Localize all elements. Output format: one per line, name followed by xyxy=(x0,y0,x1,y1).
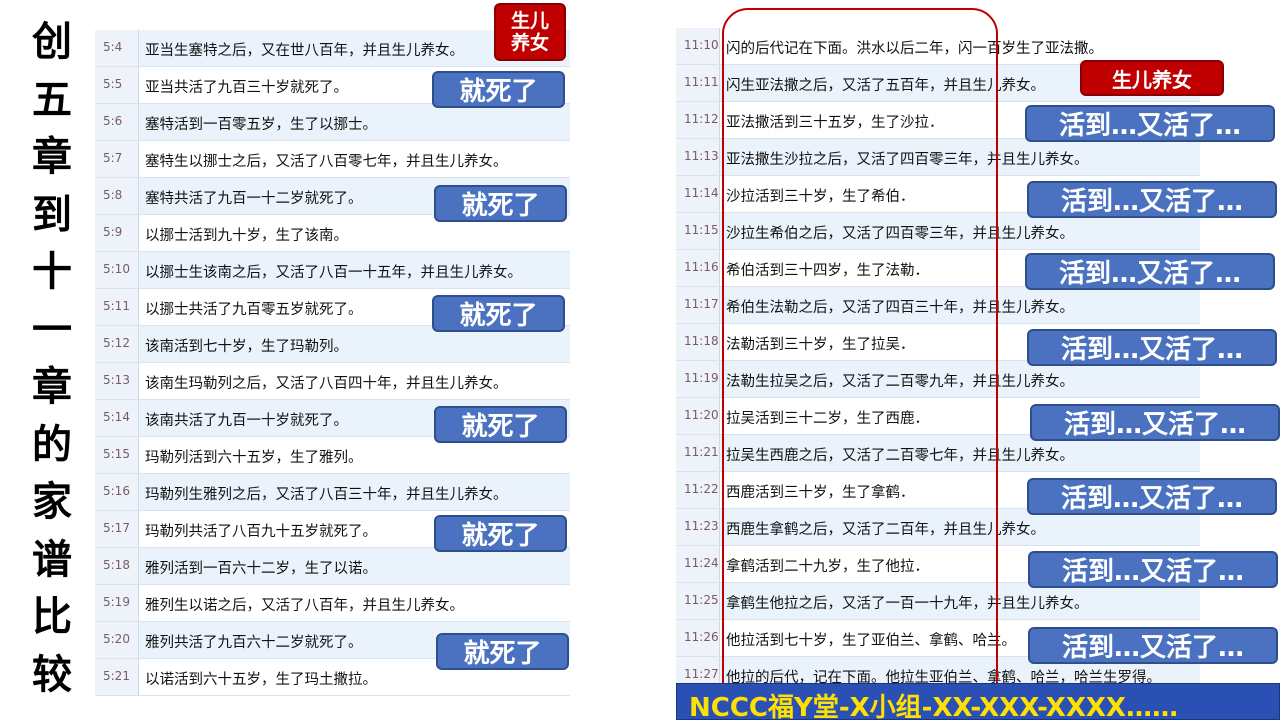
verse-ref: 11:18 xyxy=(676,324,720,360)
verse-text: 雅列生以诺之后，又活了八百年，并且生儿养女。 xyxy=(139,585,570,621)
died-badge: 就死了 xyxy=(434,185,567,222)
lived-again-badge: 活到…又活了… xyxy=(1028,627,1278,664)
verse-ref: 5:11 xyxy=(95,289,139,325)
verse-text: 该南生玛勒列之后，又活了八百四十年，并且生儿养女。 xyxy=(139,363,570,399)
verse-ref: 5:17 xyxy=(95,511,139,547)
verse-text: 以挪士生该南之后，又活了八百一十五年，并且生儿养女。 xyxy=(139,252,570,288)
verse-ref: 5:20 xyxy=(95,622,139,658)
verse-ref: 5:13 xyxy=(95,363,139,399)
title-char: 创 xyxy=(32,18,72,65)
verse-text: 玛勒列生雅列之后，又活了八百三十年，并且生儿养女。 xyxy=(139,474,570,510)
verse-ref: 11:15 xyxy=(676,213,720,249)
died-badge: 就死了 xyxy=(434,515,567,552)
title-char: 的 xyxy=(32,420,72,468)
verse-row: 11:19 法勒生拉吴之后，又活了二百零九年，并且生儿养女。 xyxy=(676,361,1200,398)
verse-ref: 5:21 xyxy=(95,659,139,695)
verse-ref: 5:4 xyxy=(95,30,139,66)
title-char: 比 xyxy=(32,593,72,640)
children-badge-line-1: 生儿 xyxy=(510,10,549,32)
footer-banner: NCCC福Y堂-X小组-XX-XXX-XXXX…… xyxy=(676,683,1280,723)
verse-ref: 11:11 xyxy=(676,65,720,101)
lived-again-badge: 活到…又活了… xyxy=(1027,478,1277,515)
children-badge: 生儿养女 xyxy=(1080,60,1224,96)
title-char: 家 xyxy=(32,478,72,525)
verse-text: 塞特生以挪士之后，又活了八百零七年，并且生儿养女。 xyxy=(139,141,570,177)
verse-ref: 11:19 xyxy=(676,361,720,397)
verse-ref: 11:21 xyxy=(676,435,720,471)
verse-text: 亚法撒生沙拉之后，又活了四百零三年，并且生儿养女。 xyxy=(720,139,1200,175)
title-char: 谱 xyxy=(32,535,72,583)
verse-row: 11:15 沙拉生希伯之后，又活了四百零三年，并且生儿养女。 xyxy=(676,213,1200,250)
verse-ref: 11:23 xyxy=(676,509,720,545)
verse-ref: 11:16 xyxy=(676,250,720,286)
died-badge: 就死了 xyxy=(436,633,569,670)
verse-ref: 5:5 xyxy=(95,67,139,103)
lived-again-badge: 活到…又活了… xyxy=(1027,181,1277,218)
verse-ref: 11:14 xyxy=(676,176,720,212)
title-char: 章 xyxy=(32,363,72,410)
verse-text: 沙拉生希伯之后，又活了四百零三年，并且生儿养女。 xyxy=(720,213,1200,249)
verse-text: 塞特活到一百零五岁，生了以挪士。 xyxy=(139,104,570,140)
verse-row: 5:7 塞特生以挪士之后，又活了八百零七年，并且生儿养女。 xyxy=(95,141,570,178)
verse-ref: 5:14 xyxy=(95,400,139,436)
died-badge: 就死了 xyxy=(434,406,567,443)
verse-ref: 5:19 xyxy=(95,585,139,621)
verse-ref: 11:13 xyxy=(676,139,720,175)
verse-row: 5:18 雅列活到一百六十二岁，生了以诺。 xyxy=(95,548,570,585)
verse-ref: 11:25 xyxy=(676,583,720,619)
left-verse-table: 5:4 亚当生塞特之后，又在世八百年，并且生儿养女。 5:5 亚当共活了九百三十岁就死… xyxy=(95,30,570,696)
verse-ref: 11:17 xyxy=(676,287,720,323)
verse-ref: 11:12 xyxy=(676,102,720,138)
verse-text: 拿鹤生他拉之后，又活了一百一十九年，并且生儿养女。 xyxy=(720,583,1200,619)
vertical-title: 创五章到十一章的家谱比较 xyxy=(22,22,82,712)
verse-row: 11:13 亚法撒生沙拉之后，又活了四百零三年，并且生儿养女。 xyxy=(676,139,1200,176)
verse-ref: 11:20 xyxy=(676,398,720,434)
title-char: 到 xyxy=(32,190,72,238)
verse-text: 闪的后代记在下面。洪水以后二年，闪一百岁生了亚法撒。 xyxy=(720,28,1200,64)
verse-text: 希伯生法勒之后，又活了四百三十年，并且生儿养女。 xyxy=(720,287,1200,323)
died-badge: 就死了 xyxy=(432,295,565,332)
lived-again-badge: 活到…又活了… xyxy=(1030,404,1280,441)
lived-again-badge: 活到…又活了… xyxy=(1028,551,1278,588)
title-char: 一 xyxy=(32,305,72,353)
children-badge-line-2: 养女 xyxy=(510,32,549,54)
died-badge: 就死了 xyxy=(432,71,565,108)
verse-text: 法勒生拉吴之后，又活了二百零九年，并且生儿养女。 xyxy=(720,361,1200,397)
verse-ref: 5:9 xyxy=(95,215,139,251)
verse-row: 5:6 塞特活到一百零五岁，生了以挪士。 xyxy=(95,104,570,141)
title-char: 十 xyxy=(32,248,72,295)
lived-again-badge: 活到…又活了… xyxy=(1025,253,1275,290)
verse-text: 雅列活到一百六十二岁，生了以诺。 xyxy=(139,548,570,584)
verse-row: 5:10 以挪士生该南之后，又活了八百一十五年，并且生儿养女。 xyxy=(95,252,570,289)
lived-again-badge: 活到…又活了… xyxy=(1027,329,1277,366)
title-char: 五 xyxy=(32,75,72,123)
verse-ref: 5:16 xyxy=(95,474,139,510)
verse-ref: 11:24 xyxy=(676,546,720,582)
verse-row: 11:25 拿鹤生他拉之后，又活了一百一十九年，并且生儿养女。 xyxy=(676,583,1200,620)
verse-row: 11:17 希伯生法勒之后，又活了四百三十年，并且生儿养女。 xyxy=(676,287,1200,324)
verse-ref: 11:22 xyxy=(676,472,720,508)
verse-ref: 5:18 xyxy=(95,548,139,584)
verse-ref: 5:6 xyxy=(95,104,139,140)
verse-ref: 5:8 xyxy=(95,178,139,214)
verse-ref: 5:12 xyxy=(95,326,139,362)
verse-row: 5:16 玛勒列生雅列之后，又活了八百三十年，并且生儿养女。 xyxy=(95,474,570,511)
title-char: 较 xyxy=(32,650,72,698)
verse-ref: 5:15 xyxy=(95,437,139,473)
verse-row: 5:13 该南生玛勒列之后，又活了八百四十年，并且生儿养女。 xyxy=(95,363,570,400)
verse-ref: 5:7 xyxy=(95,141,139,177)
verse-ref: 5:10 xyxy=(95,252,139,288)
title-char: 章 xyxy=(32,133,72,180)
verse-ref: 11:26 xyxy=(676,620,720,656)
verse-row: 5:19 雅列生以诺之后，又活了八百年，并且生儿养女。 xyxy=(95,585,570,622)
verse-ref: 11:10 xyxy=(676,28,720,64)
lived-again-badge: 活到…又活了… xyxy=(1025,105,1275,142)
children-badge-stacked: 生儿 养女 xyxy=(494,3,566,61)
